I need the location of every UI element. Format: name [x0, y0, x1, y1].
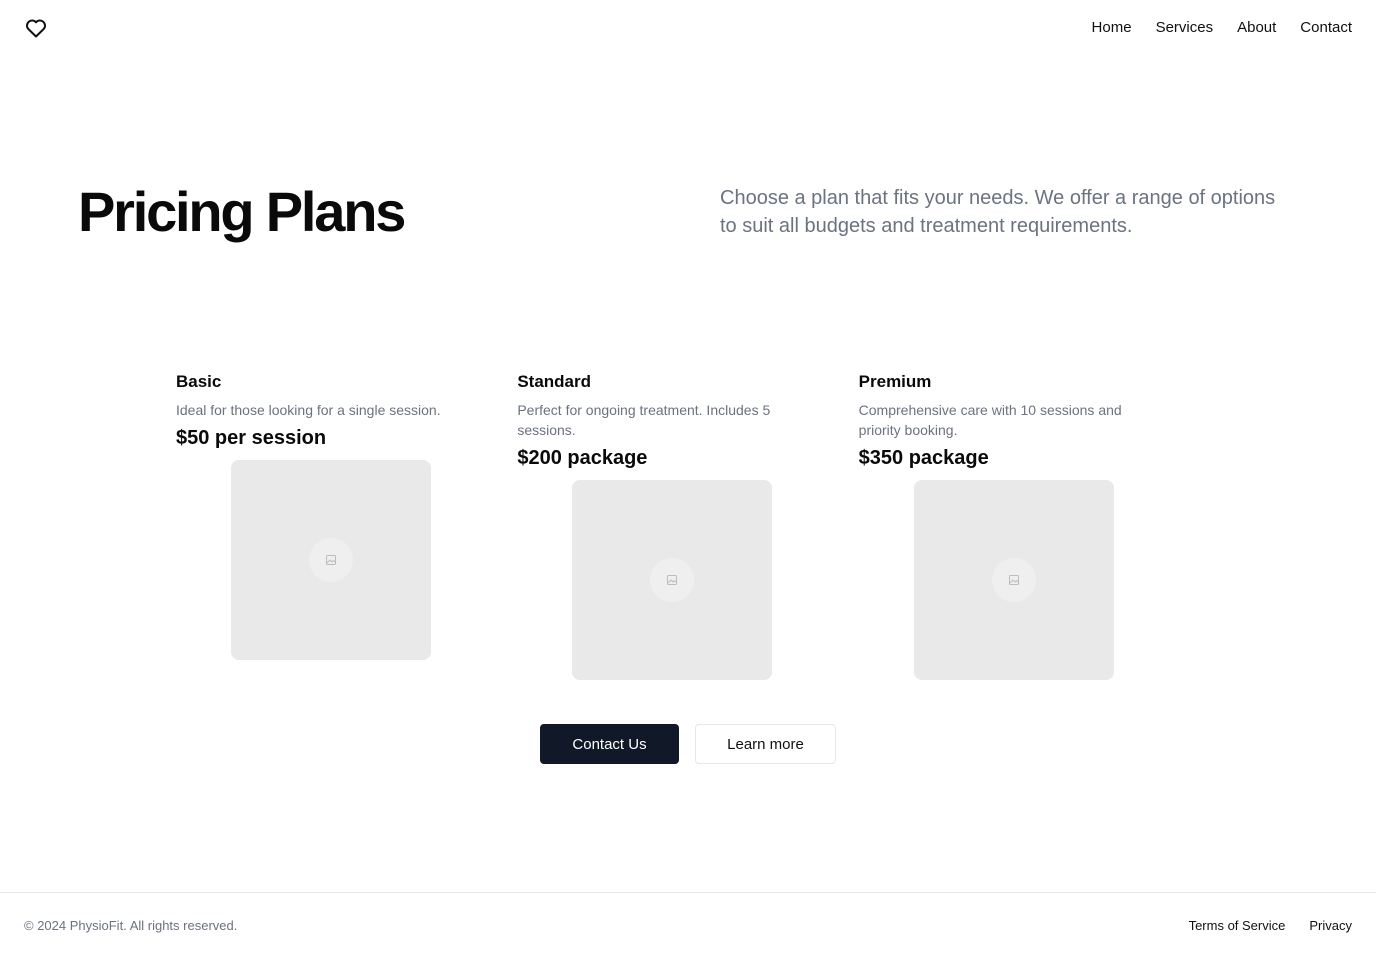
- site-header: Home Services About Contact: [0, 0, 1376, 56]
- site-footer: © 2024 PhysioFit. All rights reserved. T…: [0, 892, 1376, 957]
- plan-description: Ideal for those looking for a single ses…: [176, 402, 441, 418]
- plan-price: $200 package: [517, 447, 648, 469]
- nav-services[interactable]: Services: [1156, 18, 1214, 38]
- plan-description: Perfect for ongoing treatment. Includes …: [517, 402, 771, 438]
- image-placeholder-icon: [991, 558, 1036, 602]
- privacy-link[interactable]: Privacy: [1309, 917, 1352, 935]
- plan-image: [231, 460, 431, 660]
- nav-about[interactable]: About: [1237, 18, 1276, 38]
- plan-card-basic: Basic Ideal for those looking for a sing…: [176, 370, 517, 680]
- heart-icon[interactable]: [24, 16, 48, 40]
- image-placeholder-icon: [650, 558, 695, 602]
- plan-card-standard: Standard Perfect for ongoing treatment. …: [517, 370, 858, 680]
- plan-price: $350 package: [858, 447, 989, 469]
- nav-home[interactable]: Home: [1092, 18, 1132, 38]
- nav-contact[interactable]: Contact: [1300, 18, 1352, 38]
- plan-image: [913, 480, 1114, 680]
- learn-more-button[interactable]: Learn more: [695, 724, 836, 764]
- plan-description: Comprehensive care with 10 sessions and …: [858, 402, 1122, 438]
- main-nav: Home Services About Contact: [1092, 18, 1352, 38]
- terms-of-service-link[interactable]: Terms of Service: [1189, 917, 1286, 935]
- cta-group: Contact Us Learn more: [540, 724, 836, 764]
- plan-name: Premium: [858, 372, 932, 391]
- plan-price: $50 per session: [176, 427, 327, 449]
- footer-links: Terms of Service Privacy: [1189, 917, 1352, 935]
- plan-card-premium: Premium Comprehensive care with 10 sessi…: [859, 370, 1200, 680]
- copyright-text: © 2024 PhysioFit. All rights reserved.: [24, 918, 238, 933]
- plan-image: [572, 480, 773, 680]
- image-placeholder-icon: [309, 538, 353, 582]
- plan-name: Basic: [176, 372, 222, 391]
- page-title: Pricing Plans: [78, 180, 406, 243]
- pricing-plans: Basic Ideal for those looking for a sing…: [176, 370, 1200, 680]
- contact-us-button[interactable]: Contact Us: [540, 724, 679, 764]
- hero-description: Choose a plan that fits your needs. We o…: [720, 187, 1276, 237]
- plan-name: Standard: [517, 372, 592, 391]
